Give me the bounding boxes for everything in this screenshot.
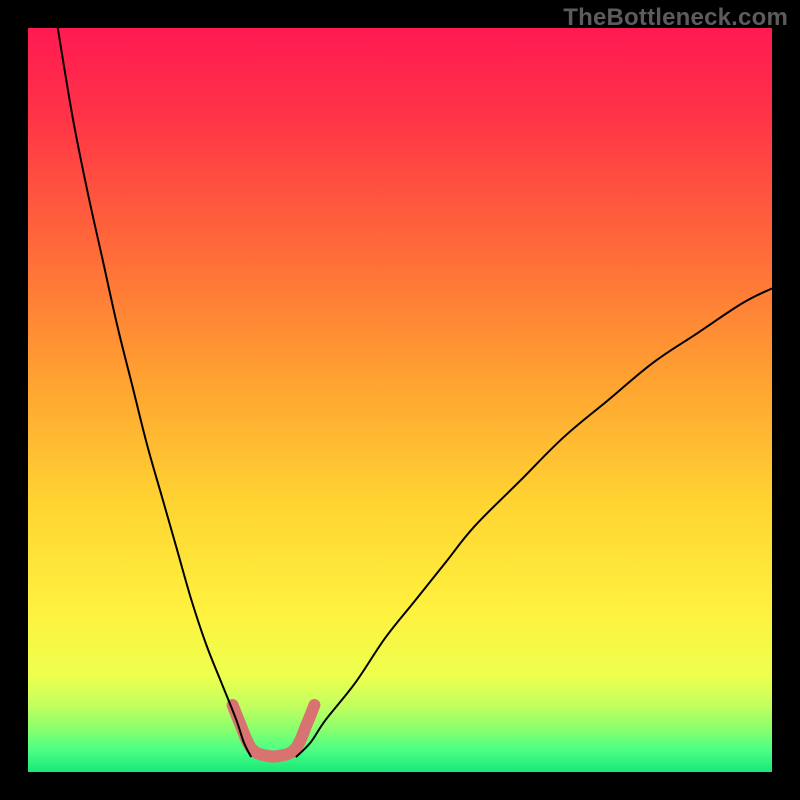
- chart-frame: TheBottleneck.com: [0, 0, 800, 800]
- plot-area: [28, 28, 772, 772]
- background-gradient: [28, 28, 772, 772]
